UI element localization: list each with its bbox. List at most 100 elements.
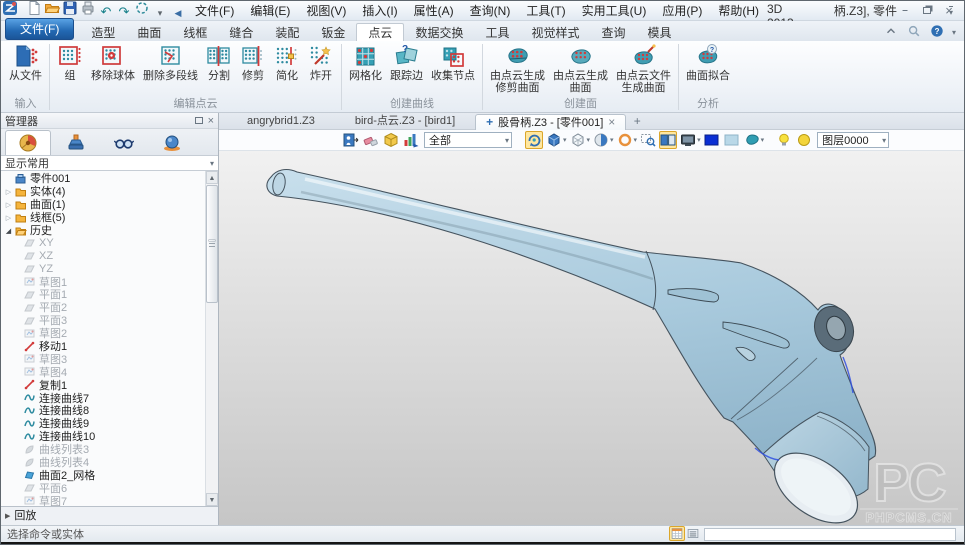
close-tab-icon[interactable] [608,114,615,131]
tree-item[interactable]: 移动1 [1,340,205,353]
expander-icon[interactable] [3,185,14,197]
tree-scrollbar[interactable]: ▲ ▼ [205,171,218,506]
expander-icon[interactable] [3,211,14,223]
menu-item-3[interactable]: 插入(I) [354,4,405,18]
scroll-up-icon[interactable]: ▲ [206,171,218,184]
manager-tab-history[interactable] [5,130,51,155]
manager-tab-visual[interactable] [101,130,147,155]
layer-select[interactable]: 图层0000▾ [817,132,889,148]
help-icon[interactable]: ? [929,24,945,38]
tree-item[interactable]: 草图4 [1,365,205,378]
split-view-icon[interactable] [659,131,677,149]
ribbon-button[interactable]: 收集节点 [427,42,479,82]
ribbon-button[interactable]: 由点云文件生成曲面 [612,42,675,94]
zoom-window-icon[interactable] [639,131,657,149]
ribbon-button[interactable]: 组 [53,42,87,82]
monitor-icon[interactable] [679,131,697,149]
menu-item-5[interactable]: 查询(N) [462,4,519,18]
back-icon[interactable]: ◀ [169,5,187,21]
tree-item[interactable]: XY [1,236,205,249]
tree-item[interactable]: 连接曲线10 [1,430,205,443]
exit-icon[interactable] [342,131,360,149]
tree-item[interactable]: 历史 [1,224,205,237]
ribbon-button[interactable]: 由点云生成曲面 [549,42,612,94]
ribbon-button[interactable]: 从文件 [5,42,46,82]
menu-item-1[interactable]: 编辑(E) [242,4,298,18]
shaded-cube-icon[interactable] [545,131,563,149]
new-tab-button[interactable] [626,114,648,129]
ribbon-button[interactable]: 分割 [202,42,236,82]
menu-item-6[interactable]: 工具(T) [518,4,573,18]
render-mode-icon[interactable] [592,131,610,149]
redo-icon[interactable]: ↷ [115,3,133,19]
panel-close-icon[interactable] [208,115,214,127]
tree-item[interactable]: 草图2 [1,327,205,340]
menu-item-9[interactable]: 帮助(H) [710,4,767,18]
filter-bars-icon[interactable] [402,131,420,149]
ribbon-button[interactable]: ?曲面拟合 [682,42,734,82]
list-toggle-icon[interactable] [685,526,701,541]
wireframe-cube-icon[interactable] [569,131,587,149]
restore-button[interactable] [920,5,934,17]
tree-item[interactable]: 曲线列表3 [1,443,205,456]
panel-minimize-icon[interactable] [195,117,203,124]
ribbon-button[interactable]: 删除多段线 [139,42,202,82]
chevron-down-icon[interactable]: ▾ [610,136,614,144]
new-file-icon[interactable] [25,0,43,16]
chevron-down-icon[interactable]: ▾ [563,136,567,144]
tree-item[interactable]: 平面3 [1,314,205,327]
tree-item[interactable]: 草图3 [1,352,205,365]
tree-item[interactable]: 连接曲线8 [1,404,205,417]
ribbon-button[interactable]: 简化 [270,42,304,82]
search-icon[interactable] [906,24,922,38]
app-logo-icon[interactable] [1,0,19,16]
eraser-icon[interactable] [362,131,380,149]
tree-item[interactable]: 曲面2_网格 [1,468,205,481]
chevron-down-icon[interactable]: ▾ [634,136,638,144]
viewport-canvas[interactable]: PC PHPCMS.CN [219,151,965,525]
bulb-icon[interactable] [775,131,793,149]
regen-icon[interactable] [133,0,151,16]
qat-more-icon[interactable]: ▾ [151,5,169,21]
chevron-down-icon[interactable]: ▾ [587,136,591,144]
chevron-down-icon[interactable]: ▾ [697,136,701,144]
tree-item[interactable]: 复制1 [1,378,205,391]
tree-item[interactable]: 平面6 [1,481,205,494]
expander-icon[interactable] [3,198,14,210]
document-tab-0[interactable]: angrybrid1.Z3 [227,113,335,129]
menu-item-0[interactable]: 文件(F) [187,4,242,18]
tree-item[interactable]: YZ [1,262,205,275]
menu-item-8[interactable]: 应用(P) [654,4,710,18]
ribbon-button[interactable]: 移除球体 [87,42,139,82]
manager-tab-assembly[interactable] [53,130,99,155]
scroll-down-icon[interactable]: ▼ [206,493,218,506]
minimize-button[interactable] [898,5,912,17]
tree-item[interactable]: 草图7 [1,494,205,506]
manager-tab-render[interactable] [149,130,195,155]
minimize-ribbon-icon[interactable] [883,24,899,38]
tree-item[interactable]: 曲线列表4 [1,456,205,469]
bg-light-blue-swatch[interactable] [723,131,741,149]
document-tab-2[interactable]: 股骨柄.Z3 - [零件001] [475,114,626,130]
command-input[interactable] [704,528,956,541]
menu-item-4[interactable]: 属性(A) [406,4,462,18]
menu-item-7[interactable]: 实用工具(U) [574,4,655,18]
tree-filter-select[interactable]: 显示常用 ▾ [1,155,218,171]
print-icon[interactable] [79,0,97,16]
chevron-down-icon[interactable]: ▾ [761,136,765,144]
ribbon-button[interactable]: 网格化 [345,42,386,82]
tree-item[interactable]: XZ [1,249,205,262]
ribbon-button[interactable]: 由点云生成修剪曲面 [486,42,549,94]
scrollbar-thumb[interactable] [206,185,218,303]
undo-icon[interactable]: ↶ [97,3,115,19]
save-icon[interactable] [61,0,79,16]
rotate-view-icon[interactable] [525,131,543,149]
bg-dark-blue-swatch[interactable] [703,131,721,149]
entity-filter-select[interactable]: 全部▾ [424,132,512,148]
tree-item[interactable]: 连接曲线9 [1,417,205,430]
table-toggle-icon[interactable] [669,526,685,541]
ribbon-button[interactable]: 炸开 [304,42,338,82]
expander-icon[interactable] [3,224,14,236]
tree-item[interactable]: 草图1 [1,275,205,288]
open-file-icon[interactable] [43,0,61,16]
